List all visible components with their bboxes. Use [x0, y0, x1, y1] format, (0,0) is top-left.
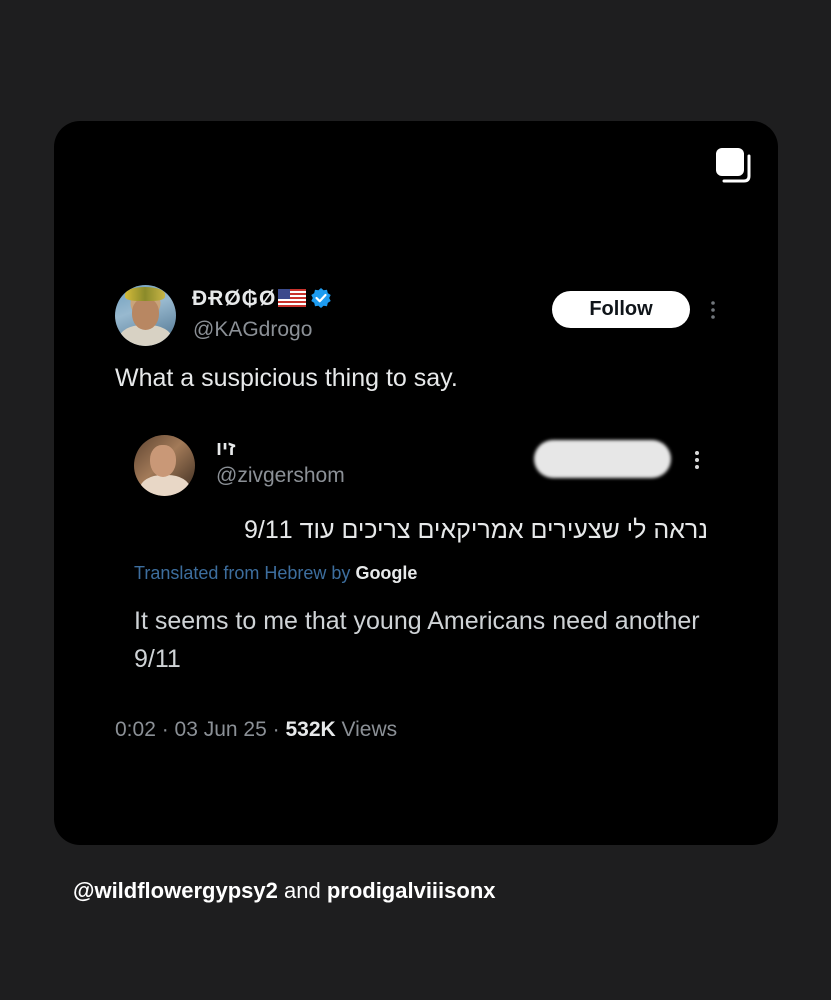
tweet-meta: 0:02 · 03 Jun 25 · 532K Views — [115, 718, 397, 742]
quoted-translation: It seems to me that young Americans need… — [134, 607, 700, 673]
quoted-display-name[interactable]: זיו — [216, 438, 235, 461]
post-caption: @wildflowergypsy2 and prodigalviiisonx — [73, 878, 496, 904]
verified-badge-icon — [311, 288, 332, 308]
display-name: ĐɌØ₲Ø — [192, 287, 277, 310]
caption-conjunction: and — [283, 878, 321, 903]
translated-from-label: Translated from Hebrew by — [134, 563, 351, 583]
author-name[interactable]: ĐɌØ₲Ø — [192, 287, 332, 311]
caption-user-link[interactable]: prodigalviiisonx — [327, 878, 496, 903]
google-logo: Google — [355, 563, 418, 583]
quoted-handle[interactable]: @zivgershom — [216, 464, 345, 488]
author-handle[interactable]: @KAGdrogo — [193, 318, 312, 342]
quoted-original-text: נראה לי שצעירים אמריקאים צריכים עוד 9/11 — [244, 516, 708, 544]
tweet-text: What a suspicious thing to say. — [115, 364, 458, 392]
quoted-avatar[interactable] — [134, 435, 195, 496]
views-count: 532K — [285, 718, 336, 741]
caption-user-link[interactable]: @wildflowergypsy2 — [73, 878, 278, 903]
quoted-more-options-icon[interactable] — [687, 449, 707, 471]
separator-dot: · — [161, 718, 175, 741]
blurred-follow-button[interactable] — [534, 440, 671, 478]
tweet-time[interactable]: 0:02 — [115, 718, 156, 741]
follow-button[interactable]: Follow — [552, 291, 690, 328]
more-options-icon[interactable] — [703, 299, 723, 321]
us-flag-icon — [278, 289, 307, 307]
multiple-images-icon — [716, 148, 751, 183]
views-label: Views — [341, 718, 398, 741]
translation-attribution[interactable]: Translated from Hebrew by Google — [134, 563, 417, 584]
avatar[interactable] — [115, 285, 176, 346]
tweet-date[interactable]: 03 Jun 25 — [175, 718, 267, 741]
separator-dot: · — [272, 718, 286, 741]
